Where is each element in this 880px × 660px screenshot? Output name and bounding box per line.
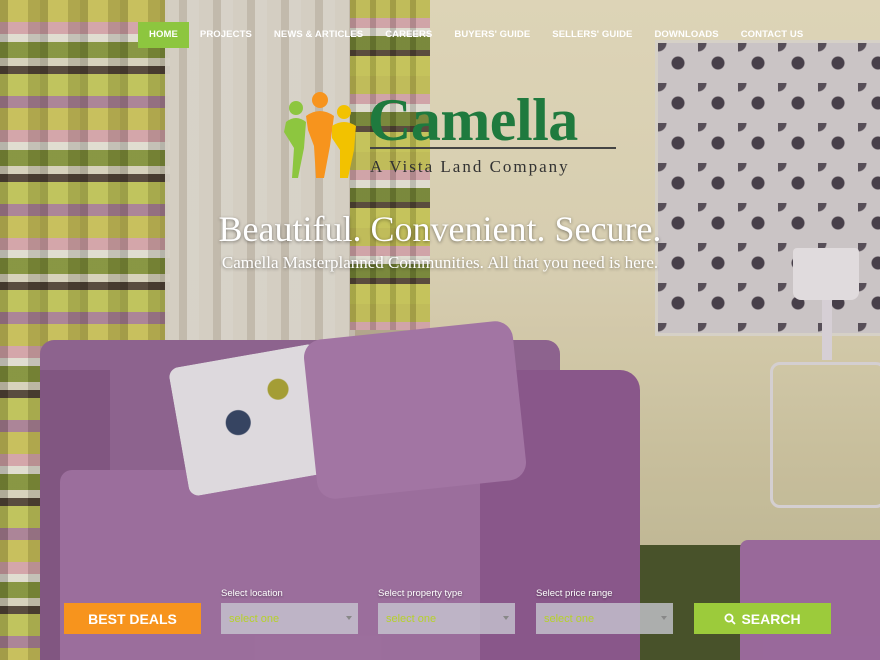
price-range-select[interactable]: select one (536, 603, 673, 634)
location-label: Select location (221, 588, 283, 599)
nav-item-contact-us[interactable]: CONTACT US (730, 22, 815, 48)
property-type-label: Select property type (378, 588, 463, 599)
search-button-label: SEARCH (741, 610, 801, 627)
nav-item-news-articles[interactable]: NEWS & ARTICLES (263, 22, 374, 48)
hero-headline: Beautiful. Convenient. Secure. (218, 209, 662, 249)
nav-item-downloads[interactable]: DOWNLOADS (643, 22, 729, 48)
hero-subheadline: Camella Masterplanned Communities. All t… (221, 253, 659, 272)
location-select[interactable]: select one (221, 603, 358, 634)
camella-logo[interactable]: Camella A Vista Land Company (282, 88, 622, 183)
location-select-value: select one (229, 612, 280, 625)
price-range-field: Select price range select one (536, 588, 673, 634)
logo-wordmark: Camella (368, 87, 578, 153)
search-icon (724, 613, 737, 625)
chevron-down-icon (346, 616, 352, 620)
location-field: Select location select one (221, 588, 358, 634)
chevron-down-icon (661, 616, 667, 620)
nav-item-careers[interactable]: CAREERS (374, 22, 443, 48)
nav-item-buyers-guide[interactable]: BUYERS' GUIDE (443, 22, 541, 48)
property-type-field: Select property type select one (378, 588, 515, 634)
price-range-select-value: select one (544, 612, 595, 625)
nav-item-projects[interactable]: PROJECTS (189, 22, 263, 48)
best-deals-button[interactable]: BEST DEALS (64, 603, 201, 634)
logo-tagline: A Vista Land Company (370, 157, 570, 176)
search-button[interactable]: SEARCH (694, 603, 831, 634)
logo-divider (370, 147, 616, 149)
property-type-select-value: select one (386, 612, 437, 625)
people-logo-icon (284, 92, 356, 178)
main-nav: HOME PROJECTS NEWS & ARTICLES CAREERS BU… (138, 22, 814, 48)
nav-item-sellers-guide[interactable]: SELLERS' GUIDE (541, 22, 643, 48)
price-range-label: Select price range (536, 588, 613, 599)
nav-item-home[interactable]: HOME (138, 22, 189, 48)
property-type-select[interactable]: select one (378, 603, 515, 634)
chevron-down-icon (503, 616, 509, 620)
